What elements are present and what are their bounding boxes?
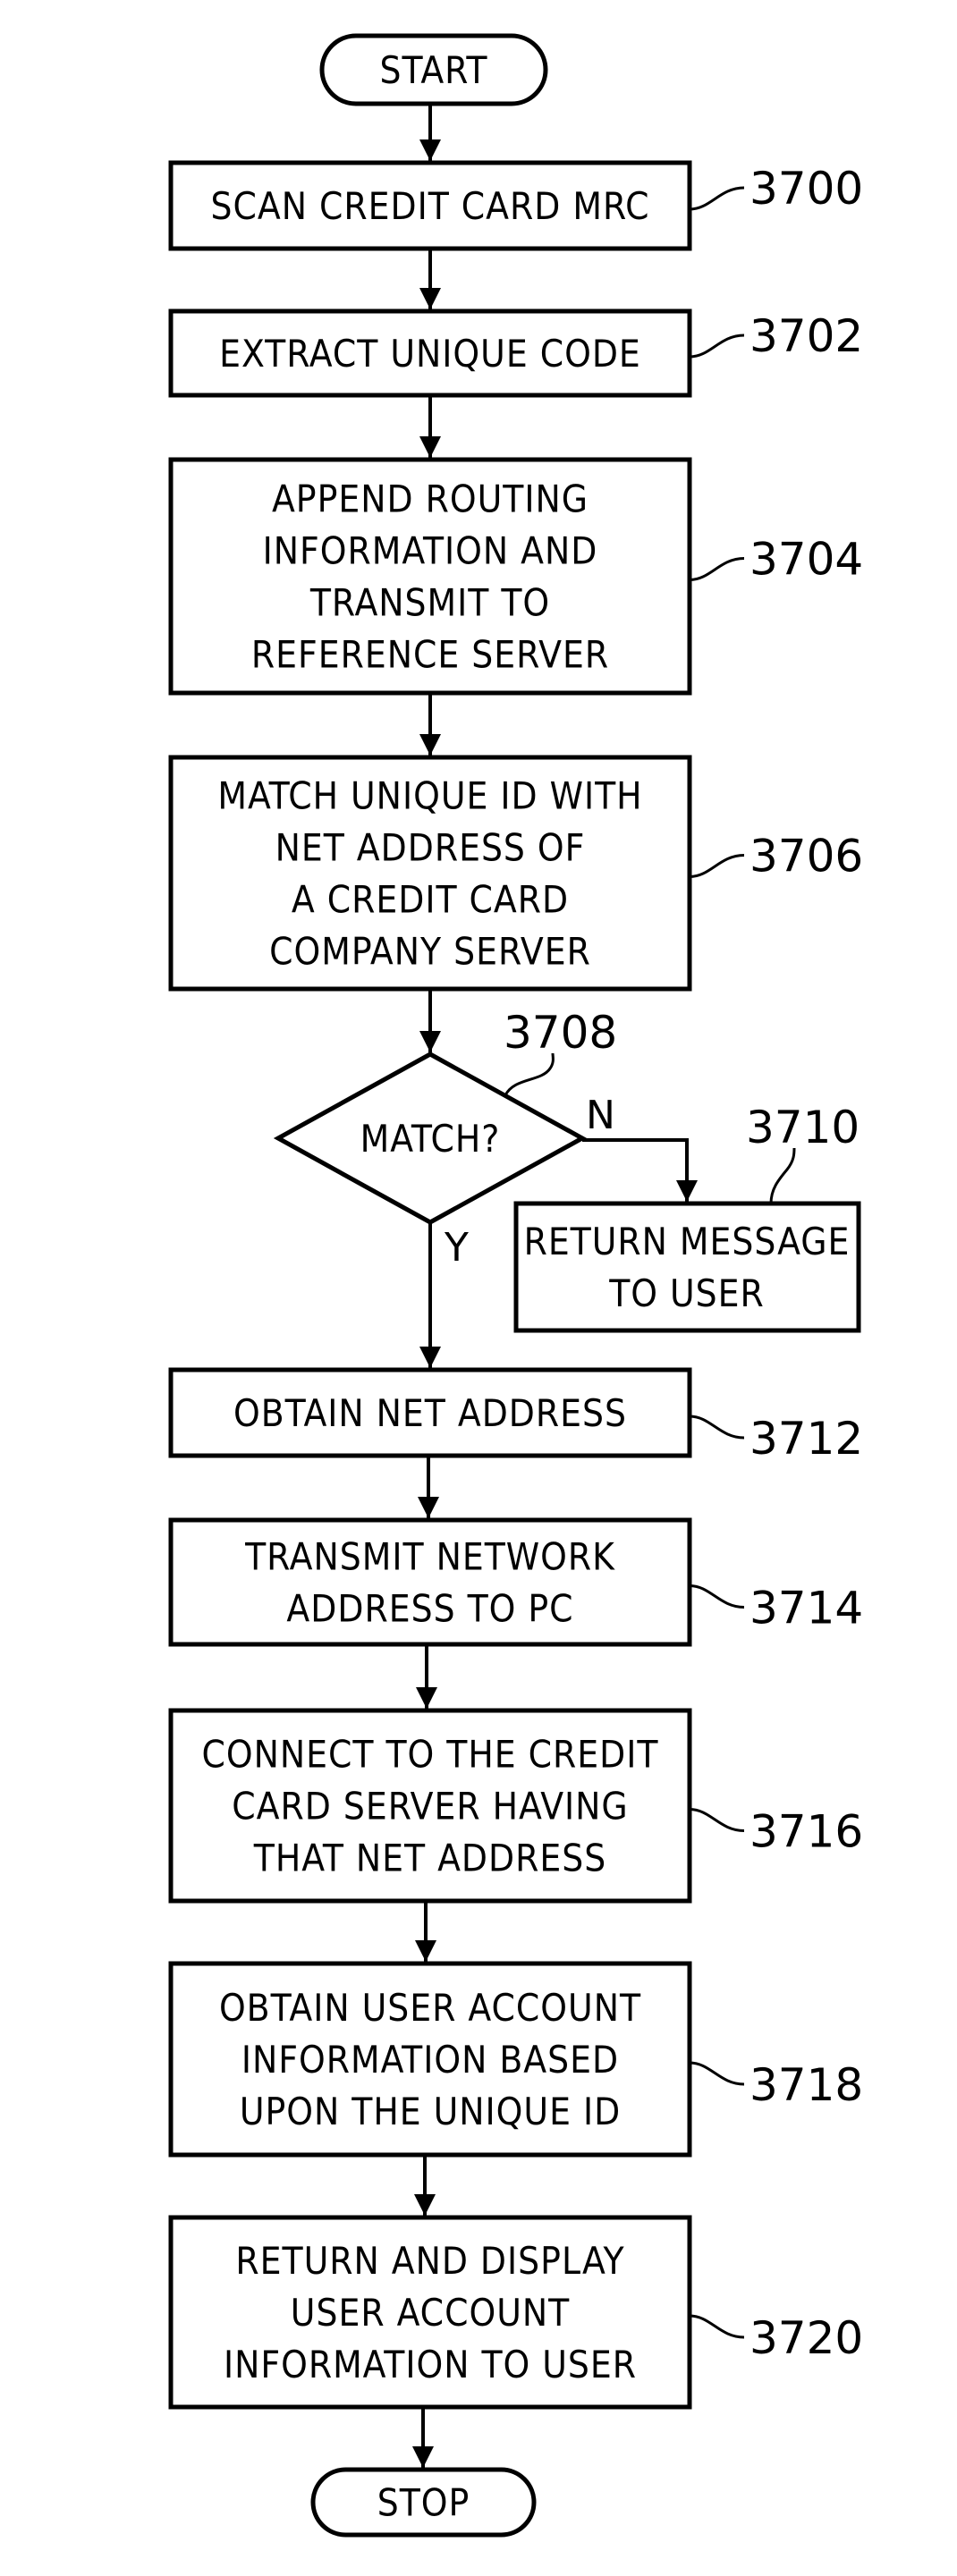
step-text-line: INFORMATION BASED [241,2038,619,2082]
leader-line [689,2061,745,2086]
step-text-line: THAT NET ADDRESS [253,1837,607,1880]
process-step-3704: APPEND ROUTING INFORMATION AND TRANSMIT TO… [168,457,692,696]
reference-numeral: 3716 [750,1806,863,1858]
process-step-3716: CONNECT TO THE CREDIT CARD SERVER HAVING T… [168,1708,692,1904]
step-text-line: RETURN AND DISPLAY [235,2239,624,2283]
reference-numeral: 3710 [746,1102,860,1153]
stop-terminal: STOP [310,2467,537,2538]
leader-line [689,1584,745,1609]
step-text-line: TRANSMIT TO [309,581,550,625]
process-step-3718: OBTAIN USER ACCOUNT INFORMATION BASED UPON… [168,1961,692,2158]
step-text-line: APPEND ROUTING [272,477,589,521]
flowchart: START SCAN CREDIT CARD MRC EXTRACT UNIQUE … [168,33,863,2538]
leader-line [689,854,745,878]
reference-numeral: 3712 [750,1413,863,1465]
step-text-line: OBTAIN USER ACCOUNT [219,1986,641,2030]
start-terminal: START [319,33,548,106]
reference-numeral: 3704 [750,534,863,586]
step-text-line: OBTAIN NET ADDRESS [233,1391,627,1435]
step-text-line: REFERENCE SERVER [251,633,609,677]
step-text-line: TRANSMIT NETWORK [244,1535,615,1579]
leader-line [689,1808,745,1832]
reference-numeral: 3706 [750,831,863,883]
step-text-line: TO USER [608,1271,765,1315]
no-branch-arrow [582,1138,698,1202]
reference-numeral: 3718 [750,2059,863,2111]
leader-line [689,557,745,581]
process-step-3706: MATCH UNIQUE ID WITH NET ADDRESS OF A CRED… [168,755,692,992]
process-step-3720: RETURN AND DISPLAY USER ACCOUNT INFORMATIO… [168,2215,692,2410]
reference-numeral: 3720 [750,2312,863,2364]
step-text-line: COMPANY SERVER [269,930,591,974]
step-text-line: INFORMATION AND [263,529,598,573]
leader-line [689,186,745,211]
leader-line [689,1415,745,1440]
process-step-3702: EXTRACT UNIQUE CODE [168,308,692,398]
decision-label: MATCH? [360,1117,501,1161]
start-terminal-label: START [380,48,488,92]
process-step-3710: RETURN MESSAGE TO USER [513,1201,861,1333]
stop-terminal-label: STOP [377,2481,470,2525]
reference-numeral: 3700 [750,163,863,215]
process-step-3700: SCAN CREDIT CARD MRC [168,160,692,251]
process-step-3712: OBTAIN NET ADDRESS [168,1367,692,1458]
reference-numeral: 3708 [504,1007,617,1059]
step-text-line: A CREDIT CARD [292,878,569,922]
reference-numeral: 3702 [750,310,863,362]
step-text-line: SCAN CREDIT CARD MRC [210,184,649,228]
step-text-line: ADDRESS TO PC [286,1587,573,1631]
step-text-line: RETURN MESSAGE [524,1220,851,1263]
no-branch-label: N [586,1093,615,1138]
step-text-line: USER ACCOUNT [291,2291,570,2335]
decision-3708: MATCH? [273,1052,588,1225]
step-text-line: MATCH UNIQUE ID WITH [217,774,642,818]
step-text-line: CARD SERVER HAVING [232,1785,628,1829]
yes-branch-label: Y [444,1225,469,1271]
leader-line [689,2314,745,2339]
leader-line [769,1147,796,1204]
leader-line [689,334,745,359]
step-text-line: CONNECT TO THE CREDIT [202,1733,659,1777]
step-text-line: UPON THE UNIQUE ID [240,2090,621,2133]
step-text-line: INFORMATION TO USER [224,2343,637,2386]
step-text-line: NET ADDRESS OF [275,826,586,870]
leader-line [504,1052,555,1096]
reference-numeral: 3714 [750,1583,863,1634]
step-text-line: EXTRACT UNIQUE CODE [219,332,641,376]
process-step-3714: TRANSMIT NETWORK ADDRESS TO PC [168,1517,692,1647]
